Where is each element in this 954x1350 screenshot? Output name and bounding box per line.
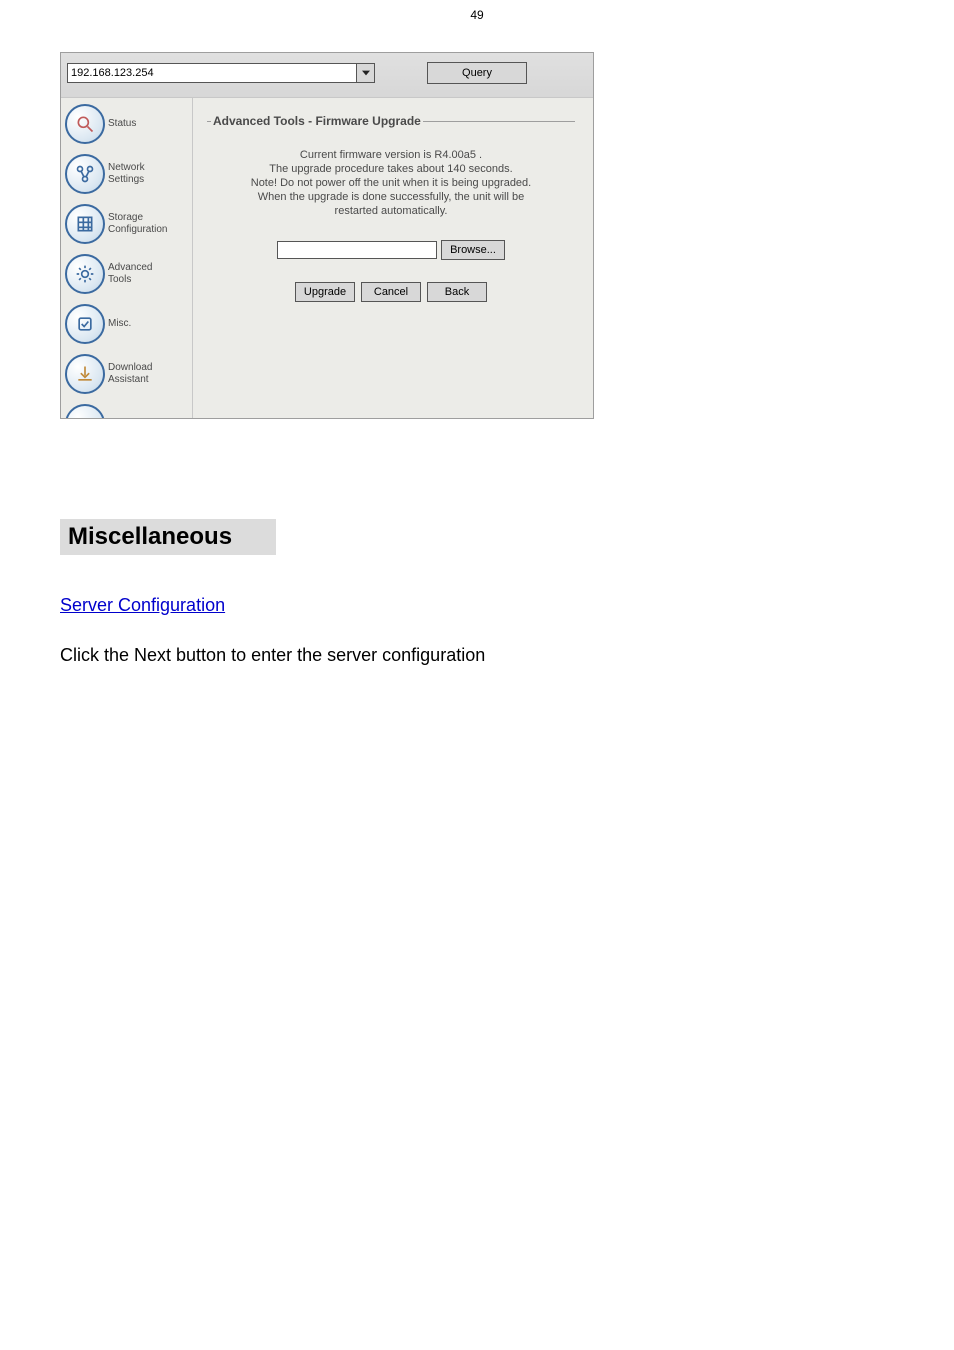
misc-icon — [65, 304, 105, 344]
sidebar-item-status[interactable]: Status — [65, 104, 190, 144]
ip-combo — [67, 63, 375, 83]
sidebar-item-storage[interactable]: Storage Configuration — [65, 204, 190, 244]
desc-line: When the upgrade is done successfully, t… — [258, 191, 524, 203]
ip-address-input[interactable] — [67, 63, 357, 83]
sidebar-item-misc[interactable]: Misc. — [65, 304, 190, 344]
page-number: 49 — [0, 8, 954, 22]
desc-line: The upgrade procedure takes about 140 se… — [269, 163, 512, 175]
main-panel: Advanced Tools - Firmware Upgrade Curren… — [193, 98, 593, 418]
sidebar-item-label: Download Assistant — [108, 362, 152, 386]
sidebar-item-logout[interactable]: Logout — [65, 404, 190, 418]
browse-button[interactable]: Browse... — [441, 240, 505, 260]
desc-line: Current firmware version is R4.00a5 . — [300, 149, 482, 161]
storage-icon — [65, 204, 105, 244]
sidebar-item-label: Misc. — [108, 318, 131, 330]
upgrade-button[interactable]: Upgrade — [295, 282, 355, 302]
gear-icon — [65, 254, 105, 294]
cancel-button[interactable]: Cancel — [361, 282, 421, 302]
doc-heading-miscellaneous: Miscellaneous — [60, 519, 276, 555]
logout-icon — [65, 404, 105, 418]
sidebar-item-label: Advanced Tools — [108, 262, 152, 286]
doc-subheading-server-config: Server Configuration — [60, 595, 894, 616]
back-button[interactable]: Back — [427, 282, 487, 302]
doc-text: Click the Next button to enter the serve… — [60, 644, 880, 666]
sidebar-item-label: Storage Configuration — [108, 212, 167, 236]
screenshot-panel: Query Status Network Settings — [60, 52, 594, 419]
sidebar-item-advanced[interactable]: Advanced Tools — [65, 254, 190, 294]
magnifier-icon — [65, 104, 105, 144]
firmware-file-input[interactable] — [277, 241, 437, 259]
desc-line: restarted automatically. — [335, 205, 448, 217]
sidebar: Status Network Settings Storage Configur… — [61, 98, 193, 418]
topbar: Query — [61, 53, 593, 97]
panel-title: Advanced Tools - Firmware Upgrade — [211, 114, 423, 128]
query-button[interactable]: Query — [427, 62, 527, 84]
sidebar-item-label: Status — [108, 118, 136, 130]
sidebar-item-label: Network Settings — [108, 162, 145, 186]
desc-line: Note! Do not power off the unit when it … — [251, 177, 531, 189]
sidebar-item-download[interactable]: Download Assistant — [65, 354, 190, 394]
firmware-description: Current firmware version is R4.00a5 . Th… — [211, 148, 571, 218]
sidebar-item-network[interactable]: Network Settings — [65, 154, 190, 194]
network-icon — [65, 154, 105, 194]
dropdown-arrow-icon[interactable] — [357, 63, 375, 83]
download-icon — [65, 354, 105, 394]
